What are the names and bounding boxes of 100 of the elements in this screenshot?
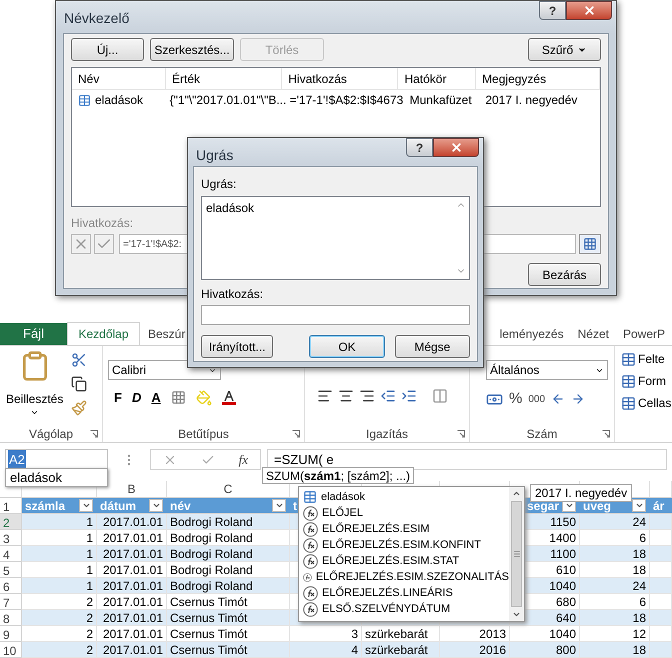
column-letter[interactable]: B (127, 480, 136, 498)
autocomplete-item[interactable]: ELŐJEL (303, 505, 509, 521)
brush-icon[interactable] (71, 400, 88, 416)
header-text: név (170, 498, 191, 514)
special-button[interactable]: Irányított... (201, 335, 274, 358)
group-label: Betűtípus (178, 426, 229, 442)
ribbon-tab[interactable]: PowerP (616, 322, 672, 345)
merge-icon[interactable] (432, 388, 448, 404)
increase-indent-icon[interactable] (401, 388, 417, 404)
autocomplete-item[interactable]: ELŐREJELZÉS.ESIM.KONFINT (303, 537, 509, 553)
decrease-indent-icon[interactable] (380, 388, 396, 404)
ok-button[interactable]: OK (309, 335, 385, 358)
list-cell-text: 2017 I. negyedév (484, 92, 578, 109)
ribbon-tab[interactable]: Beszúr (140, 322, 190, 345)
header-text: ár (653, 498, 664, 514)
table-icon (621, 396, 636, 410)
dialog-launcher-icon[interactable] (292, 430, 300, 438)
styles-button[interactable]: Felte (621, 350, 672, 368)
scroll-up-icon[interactable] (512, 489, 521, 498)
row-number[interactable]: 7 (3, 596, 10, 610)
autocomplete-item[interactable]: ELŐREJELZÉS.ESIM.SZEZONALITÁS (303, 569, 509, 585)
reference-field[interactable] (201, 305, 470, 325)
collapse-dialog-icon[interactable] (579, 234, 601, 254)
row-number[interactable]: 1 (3, 500, 10, 514)
window-title: Névkezelő (64, 9, 130, 28)
list-item[interactable]: eladások (205, 199, 256, 217)
dialog-launcher-icon[interactable] (90, 430, 98, 438)
list-cell-text: ='17-1'!$A$2:$I$4673 (288, 92, 404, 109)
cancel-button[interactable]: Mégse (394, 335, 470, 358)
dialog-launcher-icon[interactable] (457, 430, 465, 438)
align-center-icon[interactable] (338, 388, 354, 404)
close-dialog-button[interactable]: Bezárás (528, 263, 601, 286)
autocomplete-item[interactable]: ELŐREJELZÉS.ESIM (303, 521, 509, 537)
column-header[interactable]: Megjegyzés (476, 68, 600, 89)
column-header[interactable]: Hivatkozás (282, 68, 398, 89)
font-color-icon[interactable] (222, 390, 236, 406)
check-icon (94, 234, 114, 254)
help-button[interactable]: ? (406, 138, 433, 157)
reference-label: Hivatkozás: (71, 215, 134, 232)
ribbon-tab[interactable]: Kezdőlap (67, 322, 140, 345)
increase-decimal-icon[interactable] (551, 392, 566, 406)
fill-color-icon[interactable] (196, 390, 212, 406)
scrollbar[interactable] (509, 487, 524, 621)
italic-button[interactable]: D (132, 388, 142, 408)
file-tab[interactable]: Fájl (0, 323, 67, 345)
table-cell: Csernus Timót (167, 642, 290, 658)
ribbon-tab[interactable]: leményezés (492, 322, 571, 345)
new-button[interactable]: Új... (71, 38, 144, 61)
table-cell: szürkebarát (362, 642, 440, 658)
scroll-down-icon[interactable] (512, 610, 521, 619)
edit-button[interactable]: Szerkesztés... (150, 38, 234, 61)
thousands-button[interactable]: 000 (528, 392, 546, 407)
underline-button[interactable]: A (151, 388, 161, 408)
column-header[interactable]: Hatókör (398, 68, 476, 89)
window-title: Ugrás (196, 146, 234, 165)
number-format-field[interactable]: Általános (486, 360, 608, 380)
table-cell: 18 (580, 642, 650, 658)
filter-button[interactable]: Szűrő (528, 38, 601, 61)
filter-icon[interactable] (79, 499, 93, 512)
table-cell: 2017.01.01 (97, 642, 167, 658)
filter-icon[interactable] (272, 499, 286, 512)
function-icon (303, 538, 318, 552)
percent-button[interactable]: % (509, 388, 522, 410)
row-number[interactable]: 5 (3, 564, 10, 578)
cancel-icon (71, 234, 91, 254)
border-icon[interactable] (170, 390, 186, 406)
close-button[interactable] (566, 1, 612, 20)
autocomplete-item[interactable]: ELŐREJELZÉS.LINEÁRIS (303, 585, 509, 601)
row-number[interactable]: 9 (3, 628, 10, 642)
align-left-icon[interactable] (317, 388, 333, 404)
group-label: Igazítás (366, 426, 408, 442)
filter-icon[interactable] (632, 499, 646, 512)
row-number[interactable]: 3 (3, 532, 10, 546)
close-button[interactable] (433, 138, 479, 157)
table-cell: 4 (290, 642, 362, 658)
ribbon-tab[interactable]: Nézet (570, 322, 616, 345)
cut-icon[interactable] (71, 352, 88, 368)
styles-button[interactable]: Cellas (621, 394, 672, 412)
decrease-decimal-icon[interactable] (571, 392, 586, 406)
autocomplete-item[interactable]: ELŐREJELZÉS.ESIM.STAT (303, 553, 509, 569)
autocomplete-item[interactable]: eladások (303, 489, 509, 505)
table-icon (621, 374, 636, 388)
grip-icon[interactable] (512, 550, 520, 558)
column-letter[interactable]: C (224, 480, 232, 498)
dialog-launcher-icon[interactable] (602, 430, 610, 438)
paste-button[interactable]: Beillesztés (6, 390, 64, 417)
align-right-icon[interactable] (359, 388, 375, 404)
function-icon (303, 506, 318, 520)
header-text: t (293, 498, 297, 514)
table-icon (78, 94, 91, 106)
bold-button[interactable]: F (114, 388, 122, 408)
autocomplete-item[interactable]: ELSŐ.SZELVÉNYDÁTUM (303, 601, 509, 617)
column-header[interactable]: Név (72, 68, 166, 89)
filter-icon[interactable] (149, 499, 163, 512)
styles-button[interactable]: Form (621, 372, 672, 390)
name-suggestion[interactable]: eladások (5, 468, 108, 487)
column-header[interactable]: Érték (166, 68, 282, 89)
help-button[interactable]: ? (539, 1, 566, 20)
insert-function-button[interactable]: fx (238, 450, 248, 470)
copy-icon[interactable] (71, 376, 88, 392)
